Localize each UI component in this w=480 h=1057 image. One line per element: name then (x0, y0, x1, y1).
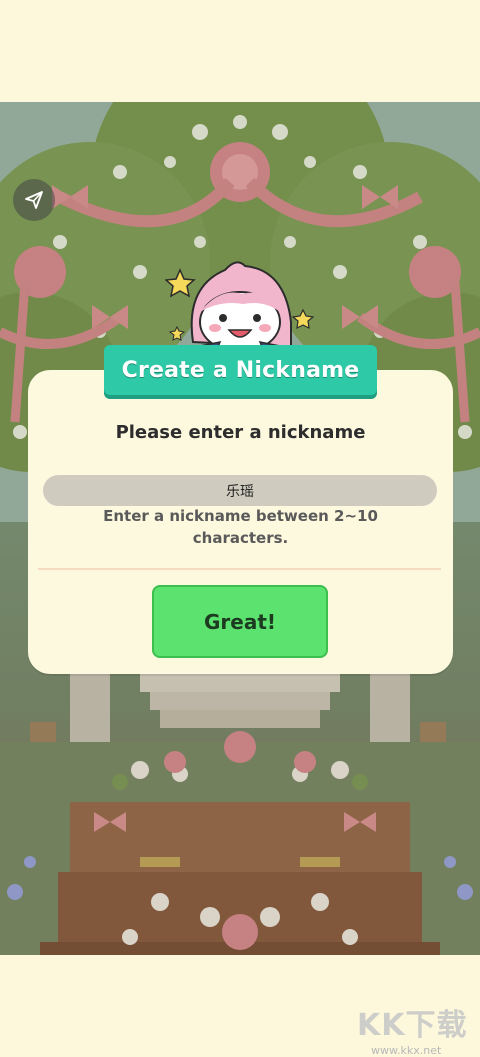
share-arrow-icon (25, 191, 43, 209)
share-button[interactable] (13, 179, 55, 221)
nickname-input[interactable] (43, 475, 437, 506)
nickname-hint: Enter a nickname between 2~10 characters… (103, 507, 378, 547)
watermark-text: KK下载 (357, 1008, 468, 1043)
great-button[interactable]: Great! (152, 585, 328, 658)
dialog-title: Create a Nickname (104, 345, 377, 395)
dialog-prompt: Please enter a nickname (115, 422, 366, 443)
dialog-divider (38, 568, 441, 570)
watermark-url: www.kkx.net (371, 1044, 442, 1057)
watermark-logo: KK下载 www.kkx.net (357, 1000, 475, 1057)
